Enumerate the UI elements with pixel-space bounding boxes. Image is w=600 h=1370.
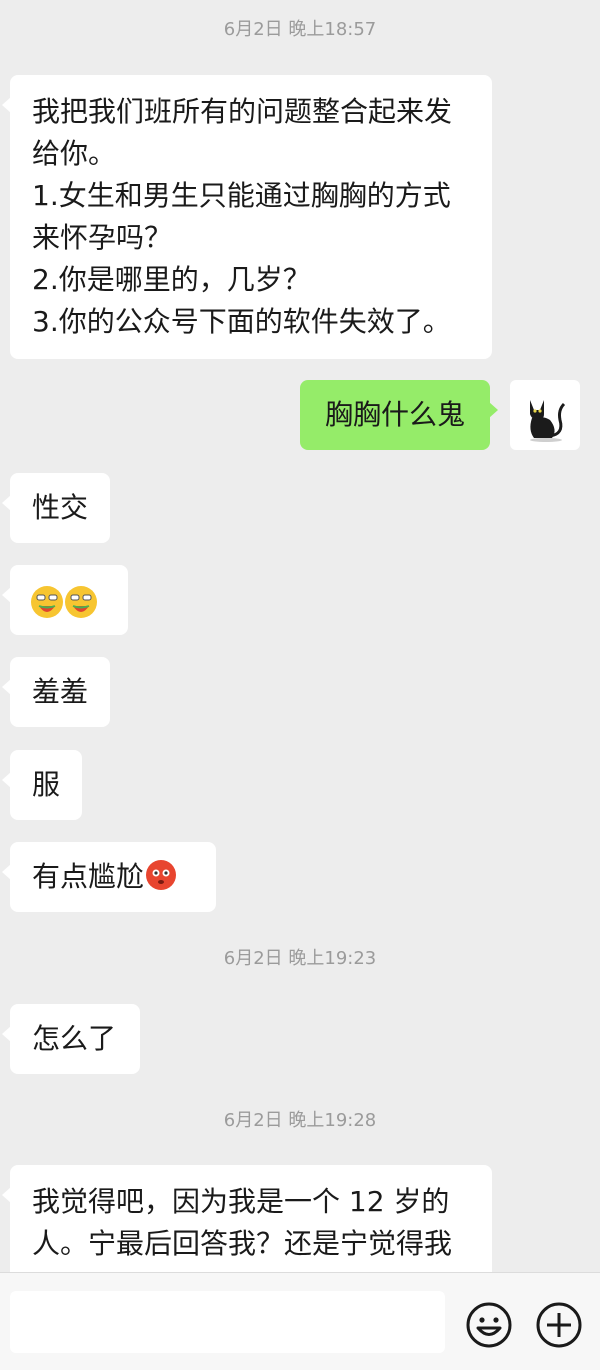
message-bubble[interactable]: 羞羞 [2, 657, 110, 727]
message-input[interactable] [10, 1291, 445, 1353]
message-bubble[interactable]: 我把我们班所有的问题整合起来发 给你。 1.女生和男生只能通过胸胸的方式 来怀孕… [2, 75, 492, 359]
message-bubble[interactable]: 性交 [2, 473, 110, 543]
smiley-icon[interactable] [465, 1301, 513, 1349]
message-text: 羞羞 [32, 675, 89, 708]
message-text: 性交 [32, 491, 89, 524]
flushed-face-icon [144, 858, 178, 892]
message-bubble[interactable] [2, 565, 128, 635]
black-cat-avatar[interactable] [510, 380, 580, 450]
timestamp: 6月2日 晚上19:23 [223, 948, 377, 969]
message-bubble[interactable]: 服 [2, 750, 82, 820]
message-text: 胸胸什么鬼 [324, 398, 465, 431]
timestamp: 6月2日 晚上19:28 [223, 1110, 377, 1131]
message-text: 我觉得吧，因为我是一个 12 岁的 人。宁最后回答我？还是宁觉得我 [32, 1185, 453, 1260]
watermelon-eating-face-icon [64, 585, 98, 619]
message-text: 有点尴尬 [32, 860, 145, 893]
cat-icon [530, 400, 566, 442]
message-text: 怎么了 [32, 1022, 117, 1055]
message-bubble[interactable]: 怎么了 [2, 1004, 140, 1074]
message-text: 服 [32, 768, 61, 801]
message-bubble-outgoing[interactable]: 胸胸什么鬼 [300, 380, 498, 450]
message-bubble[interactable]: 有点尴尬 [2, 842, 216, 912]
plus-circle-icon[interactable] [535, 1301, 583, 1349]
timestamp: 6月2日 晚上18:57 [223, 19, 377, 40]
message-bubble[interactable]: 我觉得吧，因为我是一个 12 岁的 人。宁最后回答我？还是宁觉得我 [2, 1165, 492, 1272]
message-text: 我把我们班所有的问题整合起来发 给你。 1.女生和男生只能通过胸胸的方式 来怀孕… [32, 95, 453, 338]
input-bar [0, 1272, 600, 1370]
watermelon-eating-face-icon [30, 585, 64, 619]
chat-area[interactable]: 6月2日 晚上18:57 我把我们班所有的问题整合起来发 给你。 1.女生和男生… [0, 0, 600, 1272]
